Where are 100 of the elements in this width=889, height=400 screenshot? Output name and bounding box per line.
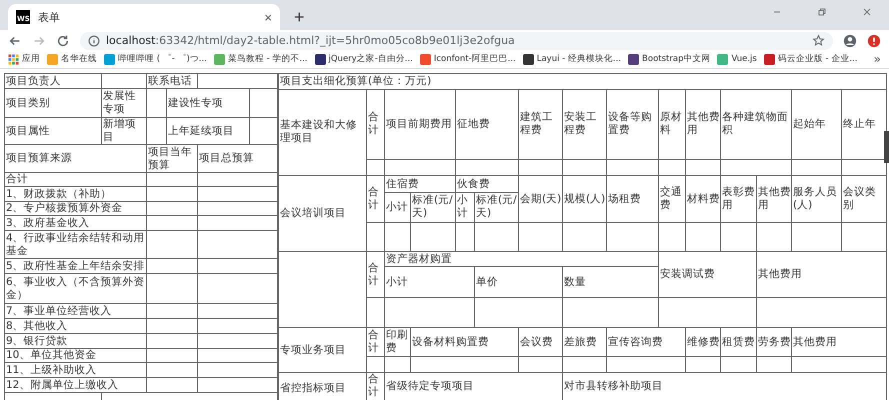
table-cell: 对市县转移补助项目 bbox=[562, 372, 887, 400]
table-cell: 表彰费用 bbox=[720, 176, 756, 222]
table-cell: 5、政府性基金上年结余安排 bbox=[4, 258, 146, 274]
table-cell bbox=[562, 356, 606, 372]
table-cell bbox=[518, 159, 562, 176]
close-tab-button[interactable]: × bbox=[264, 10, 272, 24]
bookmark-item[interactable]: jQuery之家-自由分... bbox=[314, 53, 413, 65]
table-cell: 服务人员(人) bbox=[792, 176, 842, 222]
restore-icon[interactable] bbox=[816, 6, 828, 18]
table-cell: 小计 bbox=[384, 192, 410, 222]
table-cell: 维修费 bbox=[686, 328, 720, 357]
table-cell: 标准(元/天) bbox=[474, 192, 518, 222]
table-cell: 3、政府基金收入 bbox=[4, 216, 146, 230]
table-cell bbox=[562, 222, 606, 252]
table-cell: 新增项目 bbox=[102, 118, 146, 144]
table-cell bbox=[146, 230, 198, 258]
table-cell bbox=[102, 74, 146, 88]
more-bookmarks-button[interactable]: » bbox=[874, 52, 881, 66]
table-cell bbox=[720, 356, 756, 372]
bookmark-item[interactable]: Iconfont-阿里巴巴... bbox=[420, 53, 516, 65]
scrollbar-thumb[interactable] bbox=[884, 131, 889, 163]
table-cell: 征地费 bbox=[456, 89, 518, 160]
bookmark-item[interactable]: 应用 bbox=[8, 53, 40, 65]
table-cell bbox=[756, 222, 792, 252]
table-cell: 项目当年预算 bbox=[146, 144, 198, 172]
table-cell: 12、附属单位上缴收入 bbox=[4, 378, 146, 392]
close-icon[interactable] bbox=[860, 6, 872, 18]
table-cell bbox=[384, 159, 456, 176]
table-cell: 标准(元/天) bbox=[410, 192, 456, 222]
table-cell: 6、事业收入（不含预算外资金） bbox=[4, 274, 146, 304]
table-cell: 7、事业单位经营收入 bbox=[4, 304, 146, 318]
star-icon[interactable] bbox=[812, 34, 825, 47]
table-cell bbox=[792, 159, 842, 176]
bookmark-item[interactable]: 哔哩哔哩 ( ゜- ゜)つ... bbox=[104, 53, 207, 65]
table-cell bbox=[606, 159, 658, 176]
table-cell: 基本建设和大修理项目 bbox=[278, 89, 366, 176]
table-cell bbox=[146, 318, 198, 334]
table-cell bbox=[456, 159, 518, 176]
table-cell: 9、银行贷款 bbox=[4, 334, 146, 348]
table-cell bbox=[250, 118, 278, 144]
table-cell bbox=[842, 222, 887, 252]
table-cell: 设备等购置费 bbox=[606, 89, 658, 160]
table-cell: 建设性专项 bbox=[166, 88, 250, 118]
table-cell: 合计 bbox=[366, 176, 384, 222]
bookmark-item[interactable]: 码云企业版 - 企业... bbox=[764, 53, 858, 65]
table-cell bbox=[474, 222, 518, 252]
bookmark-item[interactable]: Layui - 经典模块化... bbox=[522, 53, 622, 65]
table-cell bbox=[606, 222, 658, 252]
bookmark-item[interactable]: Vue.js bbox=[717, 54, 757, 64]
table-cell: 项目预算来源 bbox=[4, 144, 146, 172]
table-cell: 8、其他收入 bbox=[4, 318, 146, 334]
table-cell: 省控指标项目 bbox=[278, 372, 366, 400]
table-cell bbox=[146, 274, 198, 304]
new-tab-button[interactable]: + bbox=[290, 7, 309, 28]
table-cell: 2、专户核拨预算外资金 bbox=[4, 202, 146, 216]
table-cell: 起始年 bbox=[792, 89, 842, 160]
table-cell bbox=[686, 159, 720, 176]
bookmark-item[interactable]: 名华在线 bbox=[47, 53, 97, 65]
table-cell: 小计 bbox=[384, 266, 474, 298]
table-cell bbox=[366, 298, 384, 328]
table-cell: 其他费用 bbox=[792, 328, 887, 357]
table-cell: 其他费用 bbox=[756, 176, 792, 222]
bookmark-item[interactable]: Bootstrap中文网 bbox=[628, 53, 710, 65]
table-cell: 4、行政事业结余结转和动用基金 bbox=[4, 230, 146, 258]
table-cell: 伙食费 bbox=[456, 176, 518, 192]
table-cell: 项目支出细化预算(单位：万元) bbox=[278, 74, 887, 90]
table-cell bbox=[146, 172, 198, 186]
table-cell bbox=[146, 202, 198, 216]
table-cell: 其他费用 bbox=[686, 89, 720, 160]
table-cell: 设备材料购置费 bbox=[410, 328, 518, 357]
table-cell: 宣传咨询费 bbox=[606, 328, 686, 357]
address-bar[interactable]: localhost:63342/html/day2-table.html?_ijt=5hr0mo05co8b9e01lj3e2ofgua bbox=[80, 32, 833, 50]
table-cell: 合计 bbox=[366, 372, 384, 400]
table-cell: 租赁费 bbox=[720, 328, 756, 357]
reload-icon[interactable] bbox=[56, 34, 70, 48]
table-cell: 资产器材购置 bbox=[384, 251, 658, 267]
table-cell bbox=[410, 222, 456, 252]
table-cell bbox=[384, 356, 410, 372]
table-cell: 上年延续项目 bbox=[166, 118, 250, 144]
table-cell bbox=[658, 222, 686, 252]
table-cell: 专项业务项目 bbox=[278, 328, 366, 372]
table-cell: 合计 bbox=[366, 89, 384, 160]
table-cell: 项目类别 bbox=[4, 88, 102, 118]
table-cell: 建筑工程费 bbox=[518, 89, 562, 160]
table-cell bbox=[146, 334, 198, 348]
table-cell: 发展性专项 bbox=[102, 88, 146, 118]
profile-icon[interactable] bbox=[843, 34, 857, 48]
table-cell bbox=[146, 186, 198, 202]
table-cell: 各种建筑物面积 bbox=[720, 89, 792, 160]
table-cell bbox=[686, 356, 720, 372]
bookmark-item[interactable]: 菜鸟教程 - 学的不... bbox=[214, 53, 308, 65]
table-cell bbox=[146, 304, 198, 318]
info-icon[interactable] bbox=[88, 34, 100, 46]
table-cell bbox=[562, 159, 606, 176]
table-cell: 10、单位其他资金 bbox=[4, 348, 146, 362]
table-cell: 住宿费 bbox=[384, 176, 456, 192]
table-cell: 交通费 bbox=[658, 176, 686, 222]
table-cell: 材料费 bbox=[686, 176, 720, 222]
table-cell: 联系电话 bbox=[146, 74, 198, 88]
table-cell: 会议培训项目 bbox=[278, 176, 366, 252]
